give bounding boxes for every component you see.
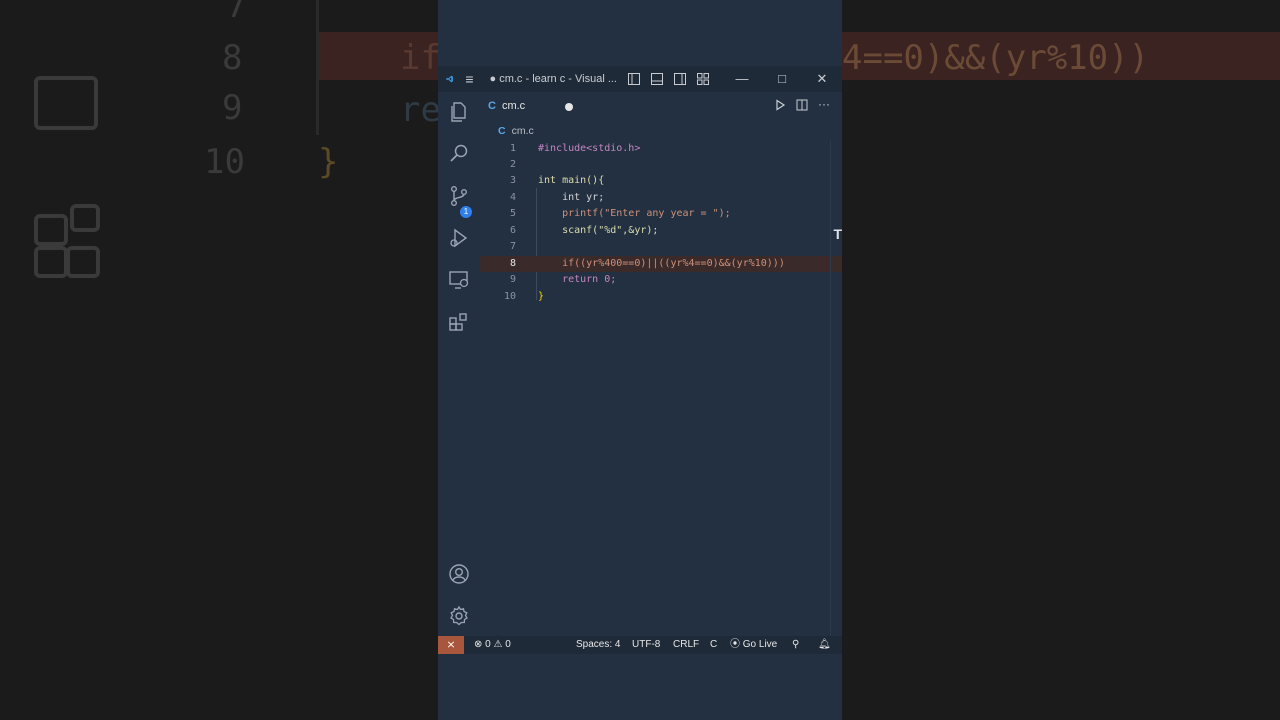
editor-tabs: C cm.c ···	[480, 92, 842, 122]
backdrop-remote-icon	[34, 76, 98, 130]
remote-explorer-icon[interactable]	[447, 268, 471, 292]
warning-icon: ⚠	[493, 639, 503, 650]
code-line: 2	[480, 157, 842, 173]
problems-indicator[interactable]: ⊗ 0 ⚠ 0	[474, 636, 511, 654]
vscode-window: ≡ ● cm.c - learn c - Visual ... — □ ✕ 1	[438, 0, 842, 720]
backdrop-code-fragment: 4==0)&&(yr%10))	[842, 38, 1150, 78]
activity-bar: 1	[438, 92, 480, 636]
line-number: 3	[509, 175, 516, 186]
window-controls: — □ ✕	[722, 71, 842, 87]
code-line: 5 printf("Enter any year = ");	[480, 206, 842, 222]
account-icon[interactable]	[447, 562, 471, 586]
tab-label: cm.c	[501, 100, 526, 112]
run-debug-icon[interactable]	[447, 226, 471, 250]
source-control-icon[interactable]	[447, 184, 471, 208]
line-code: if((yr%400==0)||((yr%4==0)&&(yr%10)))	[538, 258, 785, 269]
toggle-primary-sidebar-icon[interactable]	[627, 72, 641, 86]
window-title: ● cm.c - learn c - Visual ...	[489, 73, 617, 85]
backdrop-line-number: 8	[222, 38, 243, 78]
vscode-logo-icon	[446, 75, 453, 83]
encoding-status[interactable]: UTF-8	[632, 636, 660, 654]
line-code: }	[538, 291, 545, 302]
line-number: 2	[509, 159, 516, 170]
backdrop-line-number: 7	[226, 0, 247, 26]
line-code: #include<stdio.h>	[538, 143, 641, 154]
code-line: 3 int main(){	[480, 173, 842, 189]
code-line: 7	[480, 239, 842, 255]
line-code: int main(){	[538, 175, 605, 186]
backdrop-right: 4==0)&&(yr%10))	[842, 0, 1280, 720]
feedback-icon[interactable]: ⚲	[792, 636, 799, 654]
line-number: 9	[509, 274, 516, 285]
line-number: 8	[509, 258, 516, 269]
maximize-button[interactable]: □	[762, 71, 802, 87]
go-live-label: Go Live	[742, 639, 778, 650]
line-number: 10	[503, 291, 516, 302]
split-editor-icon[interactable]	[796, 99, 808, 111]
notifications-bell-icon[interactable]: 🔔︎	[818, 636, 831, 654]
backdrop-code-brace: }	[318, 142, 339, 182]
line-code: printf("Enter any year = ");	[538, 208, 731, 219]
unsaved-indicator[interactable]	[565, 103, 573, 111]
code-line: 4 int yr;	[480, 190, 842, 206]
backdrop-code-return: re	[400, 90, 441, 130]
code-line: 10 }	[480, 289, 842, 305]
editor-actions: ···	[774, 98, 830, 111]
minimize-button[interactable]: —	[722, 71, 762, 87]
backdrop-line-number: 9	[222, 88, 243, 128]
error-icon: ⊗	[474, 639, 483, 650]
backdrop-extensions-icon-part	[70, 204, 100, 232]
c-file-icon: C	[488, 100, 496, 112]
line-code: int yr;	[538, 192, 605, 203]
title-bar: ≡ ● cm.c - learn c - Visual ... — □ ✕	[438, 66, 842, 92]
status-bar: ⨯ ⊗ 0 ⚠ 0 Spaces: 4 UTF-8 CRLF C ⦿ Go Li…	[438, 636, 842, 654]
line-number: 1	[509, 143, 516, 154]
files-icon[interactable]	[447, 100, 471, 124]
window-bottom-area	[438, 654, 842, 720]
code-line: 9 return 0;	[480, 272, 842, 288]
tab-cm-c[interactable]: C cm.c	[488, 100, 525, 112]
backdrop-extensions-icon-part	[66, 246, 100, 278]
backdrop-left: 7 8 9 10 if re }	[0, 0, 441, 720]
line-code: scanf("%d",&yr);	[538, 225, 659, 236]
line-number: 6	[509, 225, 516, 236]
extensions-icon[interactable]	[447, 310, 471, 334]
layout-controls	[627, 72, 710, 86]
language-mode-status[interactable]: C	[710, 636, 717, 654]
breadcrumb-file: cm.c	[511, 125, 534, 137]
customize-layout-icon[interactable]	[696, 72, 710, 86]
backdrop-line-number: 10	[204, 142, 245, 182]
editor-scroll-edge	[830, 140, 831, 636]
line-number: 4	[509, 192, 516, 203]
code-editor[interactable]: 1 #include<stdio.h> 2 3 int main(){ 4 in…	[480, 140, 842, 636]
code-line: 1 #include<stdio.h>	[480, 141, 842, 157]
eol-status[interactable]: CRLF	[673, 636, 699, 654]
more-actions-icon[interactable]: ···	[818, 98, 830, 111]
indentation-status[interactable]: Spaces: 4	[576, 636, 620, 654]
error-count: 0	[485, 639, 491, 650]
code-line: 6 scanf("%d",&yr);	[480, 223, 842, 239]
warning-count: 0	[505, 639, 511, 650]
line-number: 5	[509, 208, 516, 219]
settings-gear-icon[interactable]	[447, 604, 471, 628]
remote-indicator[interactable]: ⨯	[438, 636, 464, 654]
backdrop-extensions-icon	[34, 214, 68, 246]
go-live-button[interactable]: ⦿ Go Live	[730, 636, 777, 654]
backdrop-code-if: if	[400, 38, 441, 78]
toggle-panel-icon[interactable]	[650, 72, 664, 86]
toggle-secondary-sidebar-icon[interactable]	[673, 72, 687, 86]
breadcrumb[interactable]: C cm.c	[498, 125, 534, 137]
line-code: return 0;	[538, 274, 617, 285]
search-icon[interactable]	[447, 142, 471, 166]
menu-icon[interactable]: ≡	[465, 72, 473, 86]
c-file-icon: C	[498, 125, 506, 137]
close-button[interactable]: ✕	[802, 71, 842, 87]
backdrop-extensions-icon-part	[34, 246, 68, 278]
code-line-current: 8 if((yr%400==0)||((yr%4==0)&&(yr%10)))	[480, 256, 842, 272]
run-file-icon[interactable]	[774, 99, 786, 111]
broadcast-icon: ⦿	[730, 639, 740, 650]
line-number: 7	[509, 241, 516, 252]
scroll-marker: T	[833, 226, 842, 242]
